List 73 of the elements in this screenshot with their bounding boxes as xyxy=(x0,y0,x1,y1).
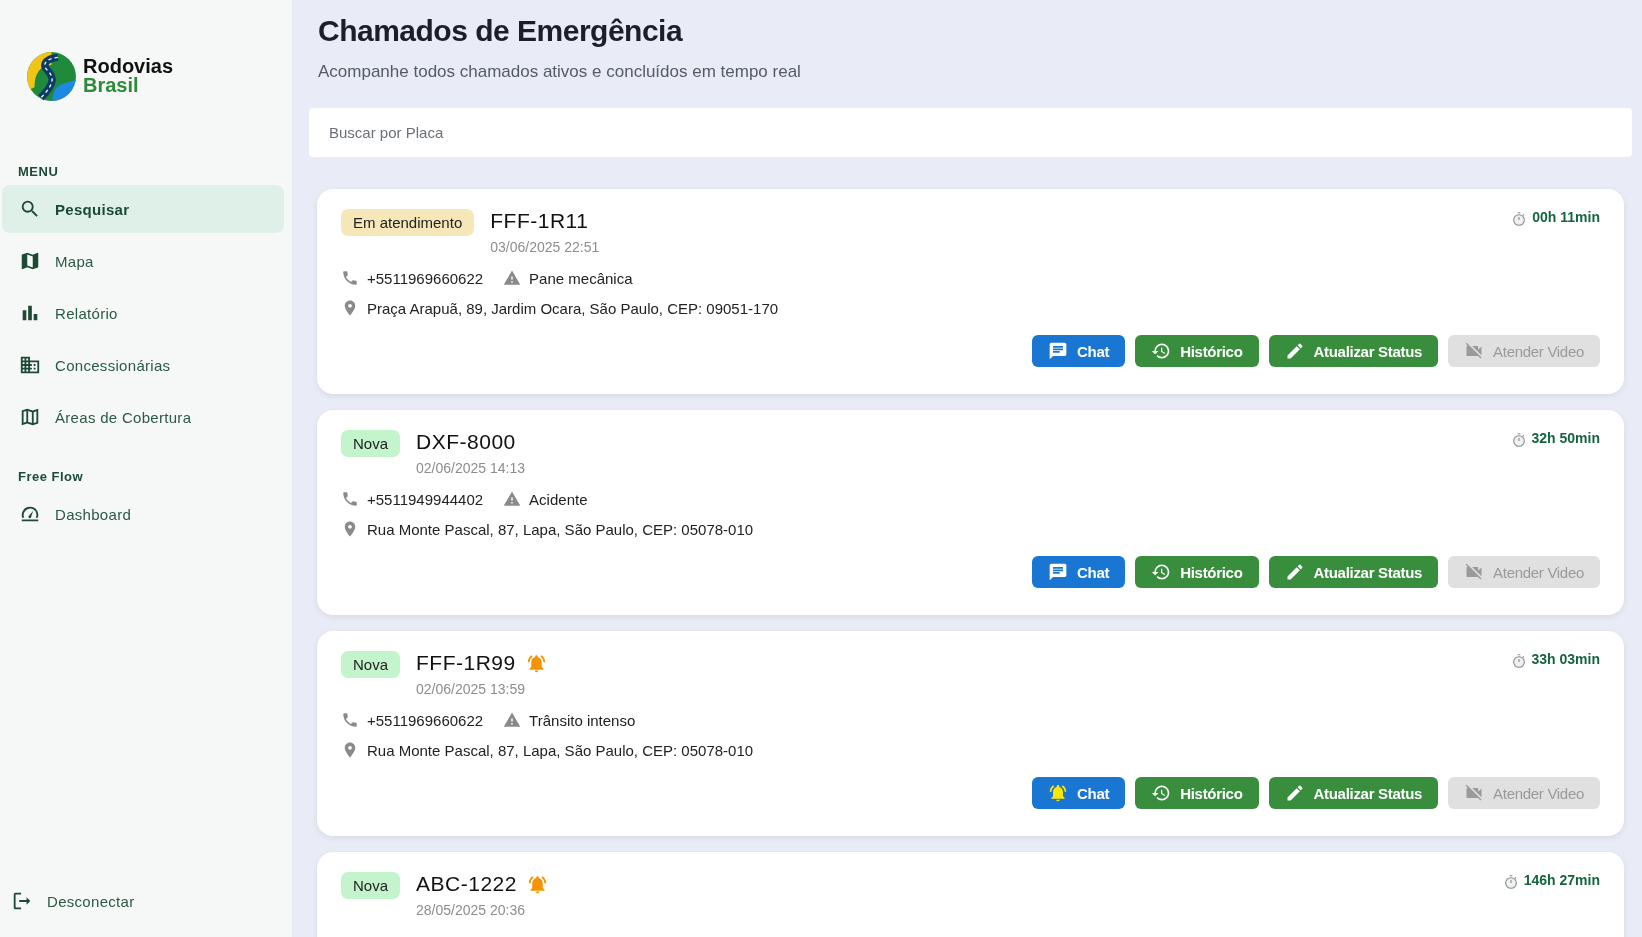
phone-icon xyxy=(341,269,359,287)
call-datetime: 28/05/2025 20:36 xyxy=(416,902,527,918)
history-button[interactable]: Histórico xyxy=(1135,777,1259,809)
brand-name: Rodovias xyxy=(83,57,174,76)
incident-type: Trânsito intenso xyxy=(529,711,636,729)
phone-number: +5511969660622 xyxy=(367,269,484,287)
nav-item[interactable]: Mapa xyxy=(2,237,284,285)
building-icon xyxy=(19,354,41,376)
license-plate: FFF-1R99 xyxy=(416,651,516,675)
history-button[interactable]: Histórico xyxy=(1135,335,1259,367)
history-button[interactable]: Histórico xyxy=(1135,556,1259,588)
elapsed-time: 00h 11min xyxy=(1532,209,1600,225)
elapsed-time: 32h 50min xyxy=(1531,430,1600,446)
chat-button[interactable]: Chat xyxy=(1032,777,1126,809)
address: Praça Arapuã, 89, Jardim Ocara, São Paulo, CEP: 09051-170 xyxy=(367,299,779,317)
search-field[interactable]: Buscar por Placa xyxy=(309,108,1632,157)
history-icon xyxy=(1151,562,1172,582)
incident-type: Acidente xyxy=(529,490,588,508)
warning-icon xyxy=(503,269,522,287)
brand-name: Brasil xyxy=(83,76,140,95)
call-datetime: 02/06/2025 14:13 xyxy=(416,460,526,476)
warning-icon xyxy=(503,711,522,729)
nav-item[interactable]: Dashboard xyxy=(2,490,284,538)
status-badge: Nova xyxy=(341,430,401,457)
status-badge: Nova xyxy=(341,872,401,899)
update-status-button[interactable]: Atualizar Status xyxy=(1268,556,1439,588)
video-off-icon xyxy=(1464,783,1485,803)
logout-icon xyxy=(11,890,33,912)
video-off-icon xyxy=(1464,562,1485,582)
phone-icon xyxy=(341,711,359,729)
map-outline-icon xyxy=(19,406,41,428)
nav-item[interactable]: Concessionárias xyxy=(2,341,284,389)
status-badge: Em atendimento xyxy=(341,209,475,236)
update-status-button[interactable]: Atualizar Status xyxy=(1268,335,1439,367)
phone-number: +5511949944402 xyxy=(367,490,484,508)
chat-icon xyxy=(1048,562,1069,582)
nav-item[interactable]: Áreas de Cobertura xyxy=(2,393,284,441)
address: Rua Monte Pascal, 87, Lapa, São Paulo, CEP: 05078-010 xyxy=(367,741,754,759)
bell-icon xyxy=(1048,783,1069,803)
phone-number: +5511969660622 xyxy=(367,711,484,729)
page-subtitle: Acompanhe todos chamados ativos e concluídos em tempo real xyxy=(318,62,802,82)
history-icon xyxy=(1151,783,1172,803)
update-status-button[interactable]: Atualizar Status xyxy=(1268,777,1439,809)
status-badge: Nova xyxy=(341,651,401,678)
stopwatch-icon xyxy=(1510,432,1527,448)
stopwatch-icon xyxy=(1502,874,1519,890)
nav-item[interactable]: Relatório xyxy=(2,289,284,337)
section-title: MENU xyxy=(17,164,60,181)
elapsed-time: 146h 27min xyxy=(1523,872,1600,888)
address: Rua Monte Pascal, 87, Lapa, São Paulo, CEP: 05078-010 xyxy=(367,520,754,538)
license-plate: ABC-1222 xyxy=(416,872,517,896)
nav-item[interactable]: Pesquisar xyxy=(2,185,284,233)
logout-link[interactable]: Desconectar xyxy=(2,877,284,925)
call-datetime: 03/06/2025 22:51 xyxy=(490,239,600,255)
stopwatch-icon xyxy=(1511,211,1528,227)
search-icon xyxy=(19,198,41,220)
map-icon xyxy=(19,250,41,272)
section-title: Free Flow xyxy=(17,469,85,486)
license-plate: DXF-8000 xyxy=(416,430,516,454)
history-icon xyxy=(1151,341,1172,361)
warning-icon xyxy=(503,490,522,508)
chat-button[interactable]: Chat xyxy=(1032,335,1126,367)
stopwatch-icon xyxy=(1510,653,1527,669)
page-title: Chamados de Emergência xyxy=(318,14,684,48)
license-plate: FFF-1R11 xyxy=(490,209,589,233)
call-datetime: 02/06/2025 13:59 xyxy=(416,681,527,697)
video-off-icon xyxy=(1464,341,1485,361)
incident-type: Pane mecânica xyxy=(529,269,633,287)
elapsed-time: 33h 03min xyxy=(1531,651,1600,667)
chat-button[interactable]: Chat xyxy=(1032,556,1126,588)
chat-icon xyxy=(1048,341,1069,361)
road-logo-icon xyxy=(26,50,77,102)
phone-icon xyxy=(341,490,359,508)
